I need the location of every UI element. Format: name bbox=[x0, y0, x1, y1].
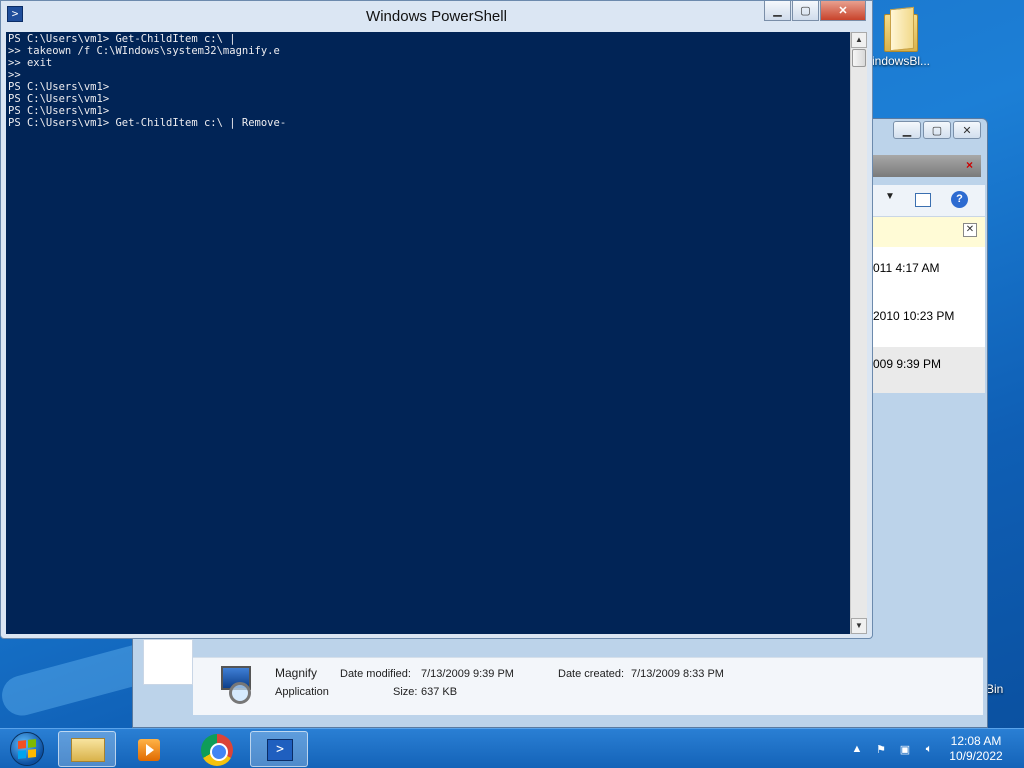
details-pane: Magnify Application Date modified: 7/13/… bbox=[193, 657, 983, 715]
date-modified-label: Date modified: bbox=[340, 668, 411, 680]
file-date-modified: 011 4:17 AM bbox=[873, 261, 940, 275]
scrollbar-thumb[interactable] bbox=[852, 49, 866, 67]
taskbar-explorer-button[interactable] bbox=[58, 731, 116, 767]
clock-time: 12:08 AM bbox=[950, 734, 1002, 748]
taskbar: > ▲ ⚑ ▣ 🔈︎ 12:08 AM 10/9/2022 bbox=[0, 728, 1024, 768]
media-player-icon bbox=[138, 739, 160, 761]
file-date-modified: 009 9:39 PM bbox=[873, 357, 942, 371]
windows-logo-icon bbox=[18, 739, 36, 759]
console-line: >> takeown /f C:\WIndows\system32\magnif… bbox=[8, 45, 280, 57]
console-line: PS C:\Users\vm1> Get-ChildItem c:\ | bbox=[8, 33, 236, 45]
explorer-toolbar: ▼ ? bbox=[873, 185, 985, 217]
taskbar-powershell-button[interactable]: > bbox=[250, 731, 308, 767]
size-value: 637 KB bbox=[421, 686, 458, 698]
close-icon[interactable]: ✕ bbox=[953, 121, 981, 139]
file-name: Magnify bbox=[275, 666, 318, 680]
desktop-folder-label: indowsBl... bbox=[871, 54, 931, 68]
chevron-down-icon[interactable]: ▼ bbox=[885, 191, 895, 202]
window-controls: ▁ ▢ ✕ bbox=[764, 1, 866, 21]
close-icon[interactable]: ✕ bbox=[963, 223, 977, 237]
folder-icon bbox=[884, 6, 918, 52]
explorer-info-bar: ✕ bbox=[873, 217, 985, 247]
file-type: Application bbox=[275, 686, 329, 698]
maximize-icon[interactable]: ▢ bbox=[923, 121, 951, 139]
clock-date: 10/9/2022 bbox=[949, 749, 1003, 763]
scroll-down-arrow-icon[interactable]: ▼ bbox=[851, 618, 867, 634]
minimize-button[interactable]: ▁ bbox=[764, 1, 791, 21]
console-line: PS C:\Users\vm1> Get-ChildItem c:\ | Rem… bbox=[8, 117, 287, 129]
help-icon[interactable]: ? bbox=[951, 191, 968, 208]
powershell-title-bar[interactable]: > Windows PowerShell ▁ ▢ ✕ bbox=[1, 1, 872, 31]
size-label: Size: bbox=[393, 686, 418, 698]
console-line: >> exit bbox=[8, 57, 53, 69]
desktop-folder-icon[interactable]: indowsBl... bbox=[866, 4, 936, 68]
network-disconnected-icon[interactable]: ▣ bbox=[898, 742, 912, 756]
show-hidden-icons-icon[interactable]: ▲ bbox=[850, 742, 864, 756]
explorer-address-bar[interactable]: × bbox=[873, 155, 981, 177]
file-row[interactable]: 011 4:17 AM bbox=[873, 261, 985, 275]
folder-icon bbox=[71, 738, 105, 762]
system-tray: ▲ ⚑ ▣ 🔈︎ bbox=[850, 729, 936, 768]
recycle-bin-label[interactable]: Bin bbox=[986, 682, 1003, 696]
date-created-label: Date created: bbox=[558, 668, 625, 680]
close-icon[interactable]: × bbox=[966, 158, 973, 172]
explorer-window-controls: ▁ ▢ ✕ bbox=[893, 121, 981, 139]
close-button[interactable]: ✕ bbox=[820, 1, 866, 21]
console-output[interactable]: PS C:\Users\vm1> Get-ChildItem c:\ | >> t… bbox=[6, 32, 850, 634]
console-line: >> bbox=[8, 69, 21, 81]
powershell-icon: > bbox=[267, 739, 293, 761]
file-row[interactable]: 2010 10:23 PM bbox=[873, 309, 985, 323]
maximize-button[interactable]: ▢ bbox=[792, 1, 819, 21]
powershell-window: > Windows PowerShell ▁ ▢ ✕ PS C:\Users\v… bbox=[0, 0, 873, 639]
volume-icon[interactable]: 🔈︎ bbox=[922, 742, 936, 756]
vertical-scrollbar[interactable]: ▲ ▼ bbox=[850, 32, 867, 634]
explorer-nav-pane bbox=[143, 639, 193, 685]
console-line: PS C:\Users\vm1> bbox=[8, 81, 110, 93]
taskbar-media-player-button[interactable] bbox=[120, 731, 178, 767]
file-row-selected[interactable]: 009 9:39 PM bbox=[873, 347, 985, 393]
preview-pane-icon[interactable] bbox=[915, 193, 931, 207]
start-button[interactable] bbox=[6, 731, 48, 767]
file-date-modified: 2010 10:23 PM bbox=[873, 309, 955, 323]
date-modified-value: 7/13/2009 9:39 PM bbox=[421, 668, 514, 680]
magnify-app-icon bbox=[217, 664, 261, 708]
taskbar-clock[interactable]: 12:08 AM 10/9/2022 bbox=[944, 734, 1008, 764]
console-line: PS C:\Users\vm1> bbox=[8, 105, 110, 117]
window-title: Windows PowerShell bbox=[366, 8, 507, 25]
console-line: PS C:\Users\vm1> bbox=[8, 93, 110, 105]
action-center-flag-icon[interactable]: ⚑ bbox=[874, 742, 888, 756]
minimize-icon[interactable]: ▁ bbox=[893, 121, 921, 139]
scroll-up-arrow-icon[interactable]: ▲ bbox=[851, 32, 867, 48]
taskbar-chrome-button[interactable] bbox=[188, 731, 246, 767]
date-created-value: 7/13/2009 8:33 PM bbox=[631, 668, 724, 680]
chrome-icon bbox=[201, 734, 233, 766]
